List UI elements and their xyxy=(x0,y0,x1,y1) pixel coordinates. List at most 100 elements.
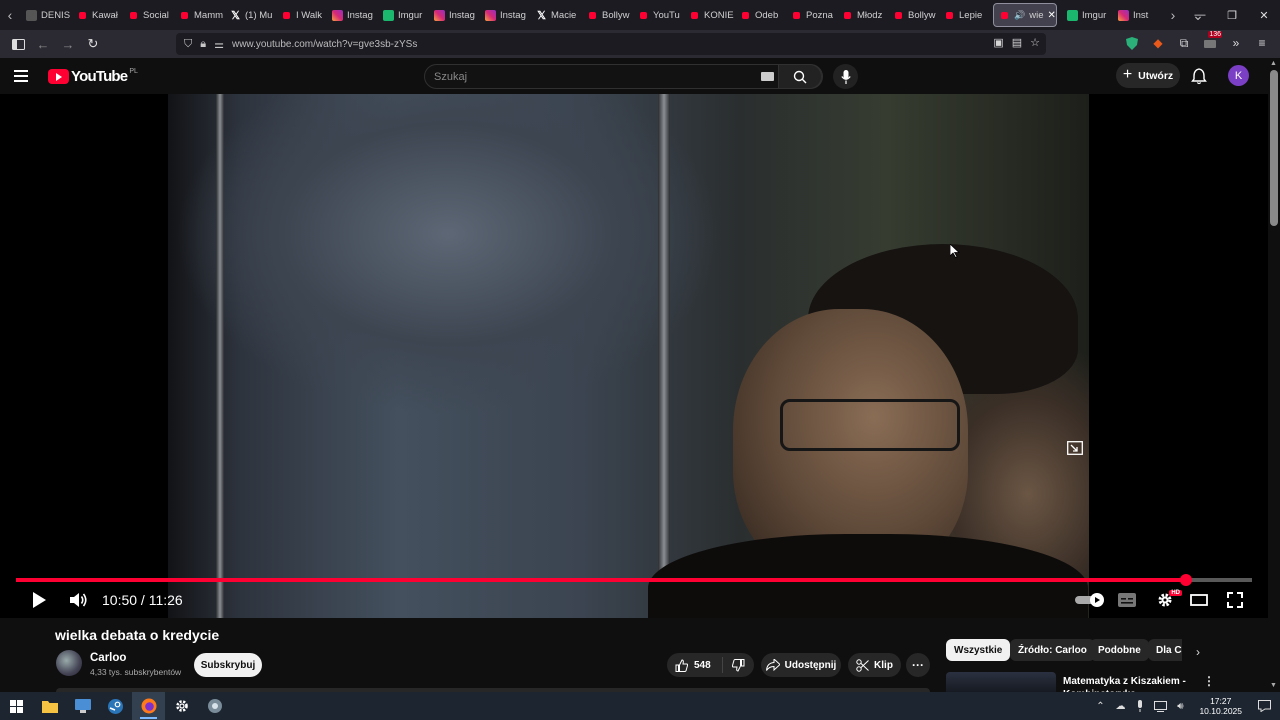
tab[interactable]: Lepie xyxy=(938,0,989,30)
keyboard-icon[interactable] xyxy=(761,72,774,81)
tab[interactable]: Młodz xyxy=(836,0,887,30)
settings-taskbar-button[interactable] xyxy=(165,692,198,720)
subtitles-button[interactable] xyxy=(1116,586,1138,614)
create-button[interactable]: + Utwórz xyxy=(1116,63,1180,88)
settings-button[interactable]: HD xyxy=(1153,586,1182,614)
tab[interactable]: Pozna xyxy=(785,0,836,30)
tab[interactable]: Imgur xyxy=(1061,0,1112,30)
chips-next-icon[interactable]: › xyxy=(1190,644,1206,660)
app-menu-icon[interactable]: ≡ xyxy=(1252,32,1272,54)
notifications-bell-icon[interactable] xyxy=(1190,67,1208,85)
chip[interactable]: Wszystkie xyxy=(946,639,1011,661)
tab[interactable]: Mamm xyxy=(173,0,224,30)
reader-view-icon[interactable]: ▤ xyxy=(1012,36,1022,49)
microphone-tray-icon[interactable] xyxy=(1133,699,1147,713)
tab[interactable]: 𝕏 (1) Mu xyxy=(224,0,275,30)
fullscreen-button[interactable] xyxy=(1224,586,1246,614)
autoplay-toggle[interactable] xyxy=(1075,586,1105,614)
steam-taskbar-button[interactable] xyxy=(99,692,132,720)
notification-center-icon[interactable] xyxy=(1254,696,1274,716)
close-window-icon[interactable]: ✕ xyxy=(1248,0,1280,30)
permissions-icon[interactable]: ⚌ xyxy=(214,38,224,51)
tabs-scroll-left-icon[interactable]: ‹ xyxy=(0,0,20,30)
youtube-logo[interactable]: YouTube PL xyxy=(48,68,138,85)
tab[interactable]: Imgur xyxy=(377,0,428,30)
extension-fox-icon[interactable]: ◆ xyxy=(1148,32,1168,54)
theater-mode-button[interactable] xyxy=(1188,586,1210,614)
account-avatar[interactable]: K xyxy=(1228,65,1249,86)
video-frame[interactable] xyxy=(168,94,1089,618)
network-icon[interactable] xyxy=(1153,699,1167,713)
search-input[interactable] xyxy=(425,65,755,88)
tab[interactable]: Bollyw xyxy=(581,0,632,30)
back-icon[interactable]: ← xyxy=(31,32,55,56)
recommendation-menu-icon[interactable]: ⋮ xyxy=(1203,674,1215,688)
tab[interactable]: Instag xyxy=(428,0,479,30)
scroll-up-icon[interactable]: ▲ xyxy=(1270,60,1278,68)
dislike-button[interactable] xyxy=(723,658,753,672)
tab[interactable]: DENIS xyxy=(20,0,71,30)
onedrive-cloud-icon[interactable]: ☁ xyxy=(1113,699,1127,713)
share-button[interactable]: Udostępnij xyxy=(761,653,841,677)
tab[interactable]: 𝕏 Macie xyxy=(530,0,581,30)
adblock-shield-icon[interactable] xyxy=(1122,32,1142,54)
recommendation-thumbnail[interactable] xyxy=(946,672,1056,692)
extensions-puzzle-icon[interactable]: ⧉ xyxy=(1174,32,1194,54)
volume-button[interactable] xyxy=(68,586,90,614)
tab[interactable]: Kawał xyxy=(71,0,122,30)
scrollbar-thumb[interactable] xyxy=(1270,70,1278,226)
forward-icon[interactable]: → xyxy=(56,32,80,56)
chip[interactable]: Dla C xyxy=(1148,639,1182,661)
system-clock[interactable]: 17:27 10.10.2025 xyxy=(1193,696,1248,716)
chip[interactable]: Podobne xyxy=(1090,639,1149,661)
tab[interactable]: Inst xyxy=(1112,0,1163,30)
shield-icon[interactable]: ⛉ xyxy=(184,38,192,51)
video-player[interactable]: 10:50 / 11:26 HD xyxy=(0,94,1268,618)
tab[interactable]: I Walk xyxy=(275,0,326,30)
channel-name[interactable]: Carloo xyxy=(90,652,126,664)
tabs-scroll-right-icon[interactable]: › xyxy=(1163,0,1183,30)
extension-counter-icon[interactable]: 136 xyxy=(1200,31,1222,54)
tab[interactable]: Bollyw xyxy=(887,0,938,30)
tab[interactable]: YouTu xyxy=(632,0,683,30)
search-button[interactable] xyxy=(778,64,822,89)
miniplayer-icon[interactable] xyxy=(1067,441,1083,455)
hamburger-menu-icon[interactable] xyxy=(14,66,34,86)
tab[interactable]: KONIE xyxy=(683,0,734,30)
page-scrollbar[interactable]: ▲ ▼ xyxy=(1268,58,1280,692)
file-explorer-taskbar-button[interactable] xyxy=(33,692,66,720)
scroll-down-icon[interactable]: ▼ xyxy=(1270,682,1278,690)
play-button[interactable] xyxy=(28,586,50,614)
tab[interactable]: Instag xyxy=(479,0,530,30)
restore-icon[interactable]: ❐ xyxy=(1216,0,1248,30)
tray-overflow-chevron-icon[interactable]: ⌃ xyxy=(1093,699,1107,713)
clip-button[interactable]: Klip xyxy=(848,653,901,677)
reload-icon[interactable]: ↻ xyxy=(81,32,105,56)
tab-close-icon[interactable]: ✕ xyxy=(1047,10,1055,21)
recommendation-title[interactable]: Matematyka z Kiszakiem - Kombinatoryka xyxy=(1063,675,1203,692)
sidebar-toggle-icon[interactable] xyxy=(6,32,30,56)
firefox-taskbar-button[interactable] xyxy=(132,692,165,720)
voice-search-button[interactable] xyxy=(833,64,858,89)
progress-scrubber-handle[interactable] xyxy=(1180,574,1193,586)
url-text[interactable]: www.youtube.com/watch?v=gve3sb-zYSs xyxy=(232,39,417,50)
like-button[interactable]: 548 xyxy=(667,657,723,673)
tab[interactable]: Odeb xyxy=(734,0,785,30)
start-button[interactable] xyxy=(0,692,33,720)
bookmark-star-icon[interactable]: ☆ xyxy=(1030,36,1040,49)
address-bar[interactable]: ⛉ 🔒︎ ⚌ www.youtube.com/watch?v=gve3sb-zY… xyxy=(176,33,1046,55)
tab[interactable]: Instag xyxy=(326,0,377,30)
minimize-icon[interactable]: — xyxy=(1184,0,1216,30)
overflow-menu-icon[interactable]: » xyxy=(1226,32,1246,54)
lock-icon[interactable]: 🔒︎ xyxy=(200,38,206,51)
tab[interactable]: Social xyxy=(122,0,173,30)
more-actions-button[interactable]: ··· xyxy=(906,653,930,677)
app-taskbar-button[interactable] xyxy=(198,692,231,720)
speaker-volume-icon[interactable]: 🔊︎ xyxy=(1173,699,1187,713)
chip[interactable]: Źródło: Carloo xyxy=(1010,639,1095,661)
channel-avatar[interactable] xyxy=(56,650,82,676)
control-panel-taskbar-button[interactable] xyxy=(66,692,99,720)
tab-audio-icon[interactable]: 🔊 xyxy=(1014,10,1025,21)
tab-active[interactable]: 🔊 wie ✕ xyxy=(993,3,1057,27)
progress-bar[interactable] xyxy=(16,574,1252,586)
